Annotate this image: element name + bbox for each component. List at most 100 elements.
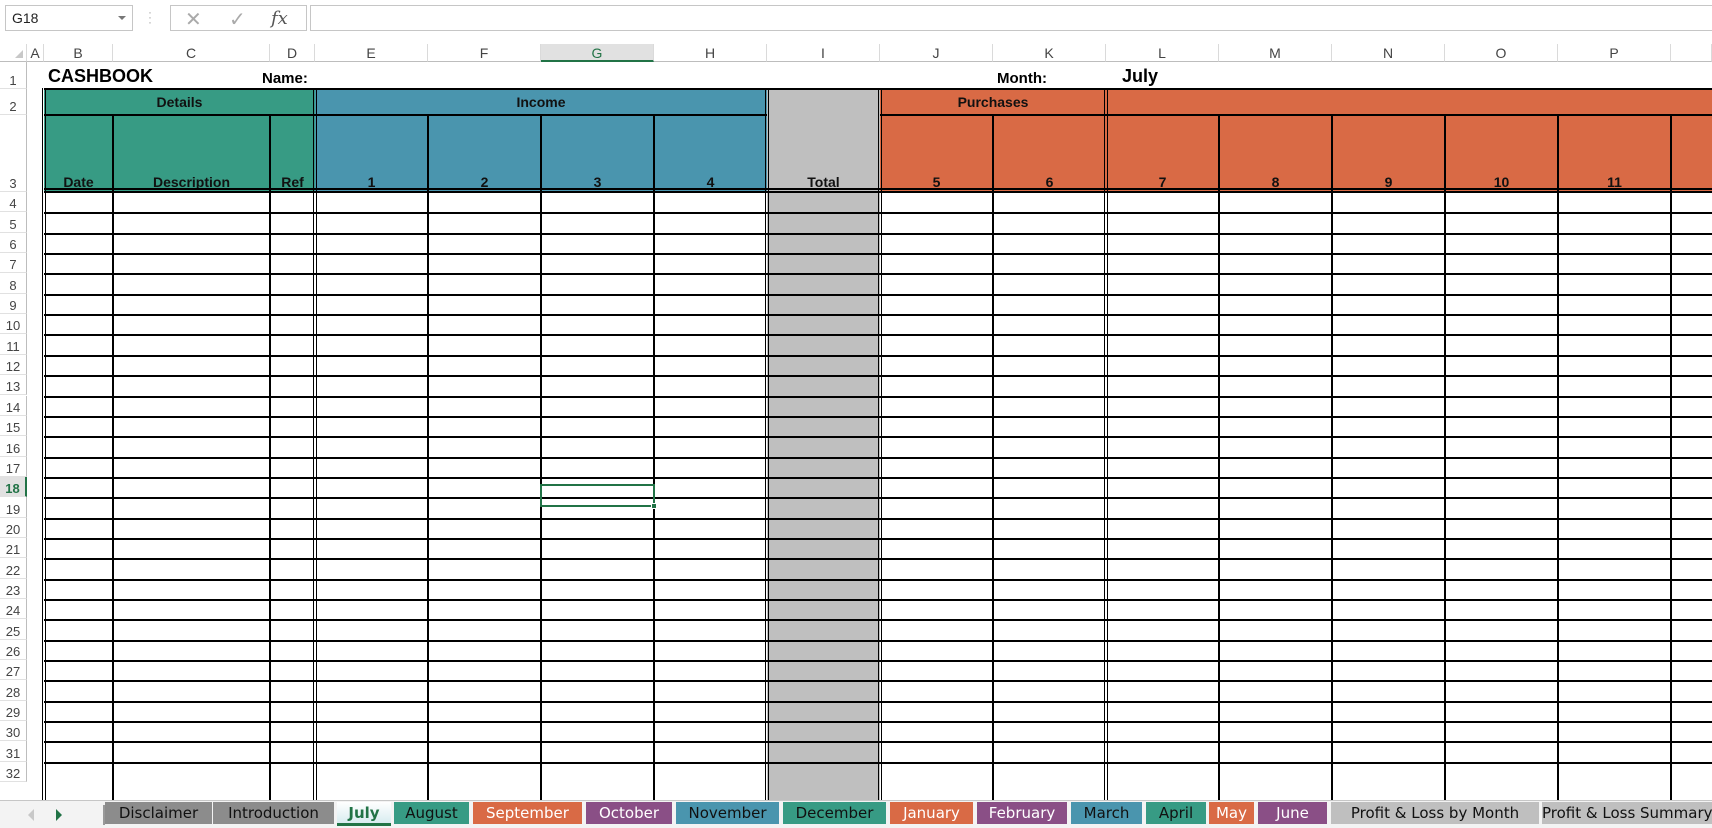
sheet-tab-bar: Disclaimer Introduction July August Septembe… [0, 800, 1712, 828]
sheet-tab-july[interactable]: July [337, 802, 391, 826]
column-header-i[interactable]: I [767, 44, 880, 62]
row-header-14[interactable]: 14 [0, 395, 27, 416]
row-header-21[interactable]: 21 [0, 537, 27, 559]
sheet-tab-april[interactable]: April [1146, 802, 1206, 824]
formula-bar: G18 · · · ✕ ✓ fx [0, 0, 1712, 40]
grid-line [880, 114, 1712, 116]
check-icon[interactable]: ✓ [229, 7, 246, 32]
row-header-18[interactable]: 18 [0, 476, 27, 498]
sheet-tab-january[interactable]: January [890, 802, 973, 824]
column-header-j[interactable]: J [880, 44, 993, 62]
month-value[interactable]: July [1122, 66, 1158, 87]
sheet-tab-november[interactable]: November [676, 802, 779, 824]
sheet-tab-october[interactable]: October [586, 802, 672, 824]
row-header-27[interactable]: 27 [0, 660, 27, 681]
row-header-26[interactable]: 26 [0, 639, 27, 661]
row-header-20[interactable]: 20 [0, 517, 27, 538]
row-header-22[interactable]: 22 [0, 558, 27, 579]
row-header-12[interactable]: 12 [0, 354, 27, 376]
row-header-30[interactable]: 30 [0, 721, 27, 742]
column-header-q[interactable] [1671, 44, 1712, 62]
column-header-h[interactable]: H [654, 44, 767, 62]
name-box[interactable]: G18 [5, 5, 133, 31]
excel-window: G18 · · · ✕ ✓ fx ABCDEFGHIJKLMNOP 12345678… [0, 0, 1712, 828]
column-header-o[interactable]: O [1445, 44, 1558, 62]
grid-line [112, 115, 114, 800]
row-header-4[interactable]: 4 [0, 192, 27, 213]
row-header-25[interactable]: 25 [0, 619, 27, 640]
month-label: Month: [997, 70, 1047, 87]
row-header-23[interactable]: 23 [0, 578, 27, 599]
sheet-tab-march[interactable]: March [1071, 802, 1142, 824]
row-header-5[interactable]: 5 [0, 212, 27, 233]
sheet-tab-june[interactable]: June [1258, 802, 1327, 824]
column-header-a[interactable]: A [27, 44, 44, 62]
row-header-9[interactable]: 9 [0, 293, 27, 315]
row-header-16[interactable]: 16 [0, 436, 27, 457]
column-header-d[interactable]: D [270, 44, 315, 62]
column-header-m[interactable]: M [1219, 44, 1332, 62]
formula-buttons: ✕ ✓ fx [170, 5, 307, 31]
row-header-10[interactable]: 10 [0, 314, 27, 335]
tab-scroll-left-icon[interactable] [28, 809, 34, 821]
sheet-tab-february[interactable]: February [977, 802, 1067, 824]
column-header-k[interactable]: K [993, 44, 1106, 62]
column-header-n[interactable]: N [1332, 44, 1445, 62]
grid-line [427, 115, 429, 800]
row-header-32[interactable]: 32 [0, 761, 27, 783]
purchases-header: Purchases [957, 94, 1029, 110]
row-header-11[interactable]: 11 [0, 334, 27, 355]
fill-handle[interactable] [651, 503, 657, 509]
column-header-l[interactable]: L [1106, 44, 1219, 62]
insert-function-icon[interactable]: fx [271, 8, 288, 29]
grid-line [653, 115, 655, 800]
row-header-31[interactable]: 31 [0, 741, 27, 762]
grid-line [1670, 115, 1672, 800]
sheet-tab-may[interactable]: May [1209, 802, 1254, 824]
grid-line [44, 114, 767, 116]
details-header: Details [156, 94, 203, 110]
column-header-g[interactable]: G [541, 44, 654, 62]
row-header-2[interactable]: 2 [0, 89, 27, 115]
row-header-24[interactable]: 24 [0, 599, 27, 620]
sheet-tab-disclaimer[interactable]: Disclaimer [105, 802, 212, 824]
row-header-7[interactable]: 7 [0, 253, 27, 274]
cashbook-title: CASHBOOK [48, 66, 154, 86]
column-header-p[interactable]: P [1558, 44, 1671, 62]
column-header-e[interactable]: E [315, 44, 428, 62]
tab-scroll-right-icon[interactable] [56, 809, 62, 821]
grip-icon[interactable]: · · · [148, 6, 152, 28]
column-header-c[interactable]: C [113, 44, 270, 62]
selected-cell-g18[interactable] [540, 484, 657, 509]
cancel-icon[interactable]: ✕ [185, 7, 202, 32]
column-header-b[interactable]: B [44, 44, 113, 62]
sheet-tab-introduction[interactable]: Introduction [213, 802, 334, 824]
select-all-button[interactable] [0, 44, 27, 62]
sheet-tab-september[interactable]: September [473, 802, 582, 824]
sheet-tab-august[interactable]: August [394, 802, 469, 824]
sheet-tab-profit-loss-summary[interactable]: Profit & Loss Summary [1542, 802, 1712, 824]
row-header-6[interactable]: 6 [0, 232, 27, 254]
chevron-down-icon[interactable] [118, 16, 126, 20]
row-header-29[interactable]: 29 [0, 700, 27, 722]
row-header-1[interactable]: 1 [0, 62, 27, 89]
sheet-tab-profit-loss-by-month[interactable]: Profit & Loss by Month [1331, 802, 1539, 824]
row-header-13[interactable]: 13 [0, 375, 27, 396]
income-header: Income [516, 94, 566, 110]
row-header-17[interactable]: 17 [0, 456, 27, 477]
group-border [765, 88, 769, 800]
name-label: Name: [262, 70, 308, 87]
row-header-15[interactable]: 15 [0, 415, 27, 437]
name-field[interactable] [320, 70, 620, 88]
grid-line [540, 115, 542, 800]
column-header-f[interactable]: F [428, 44, 541, 62]
group-border [42, 88, 46, 800]
row-header-3[interactable]: 3 [0, 115, 27, 192]
row-header-19[interactable]: 19 [0, 497, 27, 518]
grid-line [269, 115, 271, 800]
grid-line [1218, 115, 1220, 800]
row-header-8[interactable]: 8 [0, 273, 27, 294]
sheet-tab-december[interactable]: December [783, 802, 886, 824]
row-header-28[interactable]: 28 [0, 680, 27, 701]
formula-input[interactable] [310, 5, 1712, 31]
